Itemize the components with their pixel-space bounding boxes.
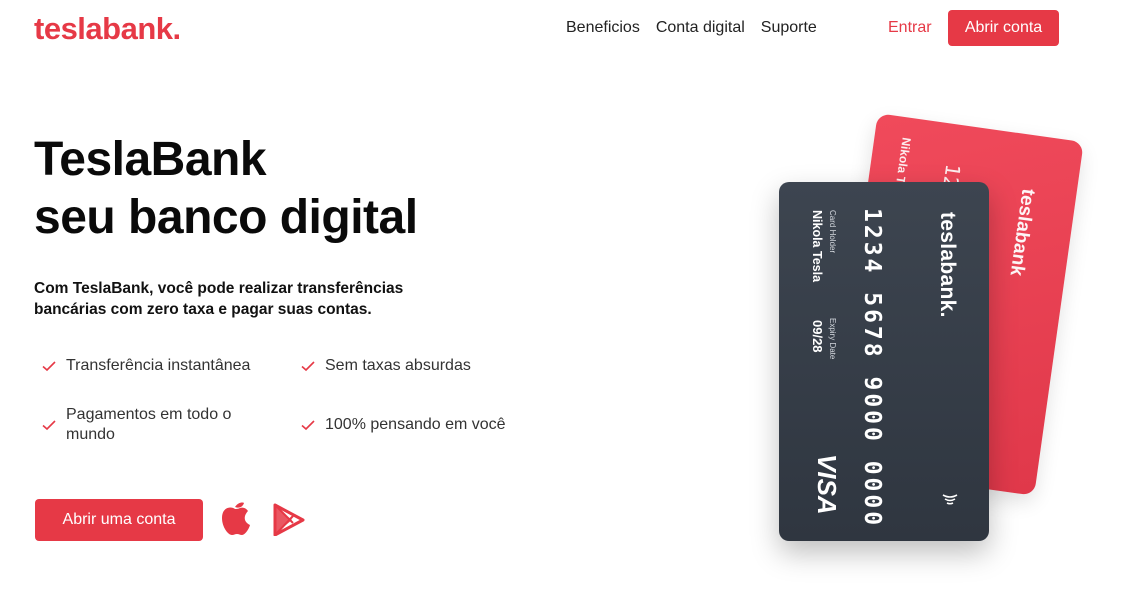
open-account-button[interactable]: Abrir conta [948,10,1059,46]
visa-logo: VISA [812,454,842,515]
nav-item-conta-digital[interactable]: Conta digital [656,19,745,37]
card-number: 1234 5678 9000 0000 [859,208,885,529]
check-icon [42,420,56,431]
card-expiry-label: Expiry Date [828,318,837,360]
card-holder-name: Nikola Tesla [810,210,824,283]
feature-item: Sem taxas absurdas [300,356,471,376]
check-icon [42,361,56,372]
feature-item: Pagamentos em todo o mundo [41,405,281,445]
feature-item: Transferência instantânea [41,356,250,376]
feature-label: 100% pensando em você [325,416,506,433]
card-brand-label: teslabank [1005,187,1039,278]
feature-item: 100% pensando em você [300,415,506,435]
google-play-icon[interactable] [272,503,305,536]
apple-icon[interactable] [218,497,252,537]
card-holder-label: Card Holder [828,210,837,254]
credit-card-front: teslabank. 1234 5678 9000 0000 Card Hold… [779,182,989,541]
main-nav: Beneficios Conta digital Suporte [566,19,817,37]
check-icon [301,361,315,372]
top-header: teslabank. Beneficios Conta digital Supo… [0,0,1124,58]
nav-item-beneficios[interactable]: Beneficios [566,19,640,37]
nav-item-suporte[interactable]: Suporte [761,19,817,37]
feature-label: Sem taxas absurdas [325,357,471,374]
card-brand-label: teslabank. [936,212,959,318]
brand-logo[interactable]: teslabank. [34,11,181,47]
hero-title: TeslaBank seu banco digital [34,131,418,247]
feature-label: Pagamentos em todo o mundo [66,406,232,443]
hero-title-line2: seu banco digital [34,191,418,244]
contactless-icon [942,494,958,505]
login-link[interactable]: Entrar [888,19,932,37]
check-icon [301,420,315,431]
open-account-cta-button[interactable]: Abrir uma conta [35,499,203,541]
hero-title-line1: TeslaBank [34,133,267,186]
feature-label: Transferência instantânea [66,357,251,374]
hero-description: Com TeslaBank, você pode realizar transf… [34,280,404,318]
card-expiry-date: 09/28 [810,320,825,353]
